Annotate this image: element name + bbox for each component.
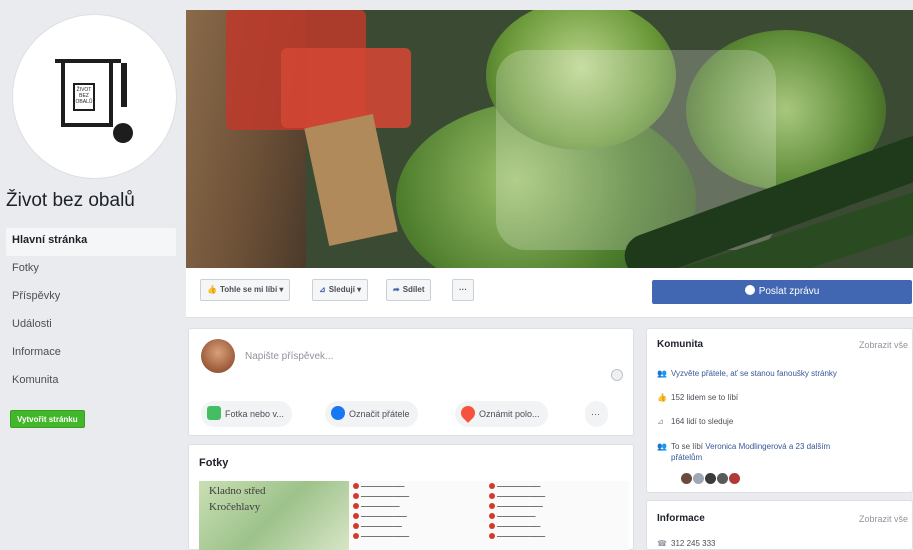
photo-thumbnail-map[interactable]: Kladno střed Kročehlavy — [199, 481, 349, 550]
map-label: Kladno střed — [209, 485, 266, 497]
cover-tomatoes — [281, 48, 411, 128]
list-pin: ━━━━━━━━━━━━━━━━━━━━ — [489, 493, 545, 500]
nav-item-events[interactable]: Události — [6, 312, 176, 340]
thumbs-up-icon: 👍 — [657, 393, 667, 402]
friend-avatar[interactable] — [729, 473, 740, 484]
map-label: Kročehlavy — [209, 501, 261, 513]
send-message-label: Poslat zprávu — [758, 286, 820, 297]
location-pin-icon — [458, 403, 478, 423]
follow-button[interactable]: ⊿ Sledují ▾ — [312, 279, 369, 301]
phone-row: ☎ 312 245 333 — [657, 539, 716, 548]
logo-text: ŽIVOT BEZ OBALŮ — [73, 83, 95, 111]
community-see-all-link[interactable]: Zobrazit vše — [859, 340, 908, 350]
create-page-button[interactable]: Vytvořit stránku — [10, 410, 85, 428]
messenger-icon — [744, 285, 755, 295]
check-in-label: Oznámit polo... — [479, 409, 540, 419]
tag-friends-label: Označit přátele — [349, 409, 410, 419]
nav-item-photos[interactable]: Fotky — [6, 256, 176, 284]
left-sidebar: ŽIVOT BEZ OBALŮ Život bez obalů Hlavní s… — [0, 0, 186, 550]
invite-friends-link[interactable]: Vyzvěte přátele, ať se stanou fanoušky s… — [671, 369, 837, 378]
phone-number[interactable]: 312 245 333 — [671, 539, 716, 548]
logo-exclamation-dot — [113, 123, 133, 143]
people-icon: 👥 — [657, 442, 667, 451]
logo-line: OBALŮ — [75, 99, 93, 105]
post-composer: Napište příspěvek... Fotka nebo v... Ozn… — [188, 328, 634, 436]
like-page-button[interactable]: 👍 Tohle se mi líbí ▾ — [200, 279, 291, 301]
list-pin: ━━━━━━━━━━━━━━━━━ — [353, 523, 402, 530]
list-pin: ━━━━━━━━━━━━━━━━━━━━ — [353, 533, 409, 540]
people-icon: 👥 — [657, 369, 667, 378]
check-in-button[interactable]: Oznámit polo... — [455, 401, 548, 427]
photo-video-button[interactable]: Fotka nebo v... — [201, 401, 292, 427]
page-title[interactable]: Život bez obalů — [6, 190, 135, 212]
chevron-down-icon: ▾ — [357, 285, 362, 294]
list-pin: ━━━━━━━━━━━━━━━━━━ — [353, 483, 404, 490]
friend-avatar[interactable] — [693, 473, 704, 484]
user-avatar[interactable] — [201, 339, 235, 373]
list-pin: ━━━━━━━━━━━━━━━━━━ — [489, 523, 540, 530]
friend-avatars — [681, 471, 741, 489]
composer-more-button[interactable]: ··· — [585, 401, 608, 427]
photo-icon — [207, 406, 221, 420]
community-card: Komunita Zobrazit vše 👥 Vyzvěte přátele, … — [646, 328, 913, 493]
logo-cup-icon: ŽIVOT BEZ OBALŮ — [55, 59, 121, 127]
list-pin: ━━━━━━━━━━━━━━━━ — [489, 513, 536, 520]
information-see-all-link[interactable]: Zobrazit vše — [859, 514, 908, 524]
share-arrow-icon: ➦ — [393, 285, 400, 294]
nav-item-community[interactable]: Komunita — [6, 368, 176, 396]
list-pin: ━━━━━━━━━━━━━━━━━━━ — [353, 513, 407, 520]
nav-item-home[interactable]: Hlavní stránka — [6, 228, 176, 256]
list-pin: ━━━━━━━━━━━━━━━━━━━━ — [489, 533, 545, 540]
composer-input[interactable]: Napište příspěvek... — [245, 351, 333, 362]
page-nav: Hlavní stránka Fotky Příspěvky Události … — [6, 228, 176, 396]
rss-icon: ⊿ — [657, 417, 664, 426]
tag-friends-button[interactable]: Označit přátele — [325, 401, 418, 427]
community-title[interactable]: Komunita — [657, 339, 703, 350]
friends-like-row: 👥 To se líbí Veronica Modlingerová a 23 d… — [657, 441, 897, 463]
photos-title[interactable]: Fotky — [199, 457, 228, 469]
photo-video-label: Fotka nebo v... — [225, 409, 284, 419]
followers-row: ⊿ 164 lidí to sleduje — [657, 417, 733, 426]
emoji-icon[interactable] — [611, 369, 623, 381]
friends-like-suffix[interactable]: přátelům — [657, 453, 702, 462]
friend-avatar[interactable] — [681, 473, 692, 484]
list-pin: ━━━━━━━━━━━━━━━━━━ — [489, 483, 540, 490]
like-label: Tohle se mi líbí — [219, 285, 278, 294]
friends-like-prefix: To se líbí — [671, 442, 706, 451]
cover-photo[interactable] — [186, 10, 913, 268]
friends-like-link[interactable]: Veronica Modlingerová a 23 dalším — [705, 442, 830, 451]
more-options-button[interactable]: ··· — [452, 279, 474, 301]
page-profile-picture[interactable]: ŽIVOT BEZ OBALŮ — [12, 14, 177, 179]
photo-thumbnail-list[interactable]: ━━━━━━━━━━━━━━━━━━ ━━━━━━━━━━━━━━━━━━━━ … — [349, 481, 629, 550]
follow-label: Sledují — [328, 285, 355, 294]
chevron-down-icon: ▾ — [279, 285, 284, 294]
logo-exclamation-bar — [121, 63, 127, 107]
friend-avatar[interactable] — [705, 473, 716, 484]
invite-friends-row[interactable]: 👥 Vyzvěte přátele, ať se stanou fanoušky … — [657, 369, 837, 378]
information-title[interactable]: Informace — [657, 513, 705, 524]
rss-icon: ⊿ — [319, 285, 326, 294]
likes-row: 👍 152 lidem se to líbí — [657, 393, 738, 402]
likes-count: 152 lidem se to líbí — [671, 393, 739, 402]
friend-avatar[interactable] — [717, 473, 728, 484]
list-pin: ━━━━━━━━━━━━━━━━━━━ — [489, 503, 543, 510]
thumbs-up-icon: 👍 — [207, 285, 217, 294]
photos-section: Fotky Kladno střed Kročehlavy ━━━━━━━━━━… — [188, 444, 634, 550]
share-button[interactable]: ➦ Sdílet — [386, 279, 432, 301]
send-message-button[interactable]: Poslat zprávu — [652, 280, 912, 304]
tag-friends-icon — [331, 406, 345, 420]
nav-item-posts[interactable]: Příspěvky — [6, 284, 176, 312]
cover-cardboard — [304, 114, 398, 246]
information-card: Informace Zobrazit vše ☎ 312 245 333 — [646, 500, 913, 550]
nav-item-about[interactable]: Informace — [6, 340, 176, 368]
phone-icon: ☎ — [657, 539, 667, 548]
followers-count: 164 lidí to sleduje — [671, 417, 734, 426]
share-label: Sdílet — [402, 285, 425, 294]
list-pin: ━━━━━━━━━━━━━━━━ — [353, 503, 400, 510]
list-pin: ━━━━━━━━━━━━━━━━━━━━ — [353, 493, 409, 500]
page-action-bar: 👍 Tohle se mi líbí ▾ ⊿ Sledují ▾ ➦ Sdílet ·… — [186, 268, 913, 318]
